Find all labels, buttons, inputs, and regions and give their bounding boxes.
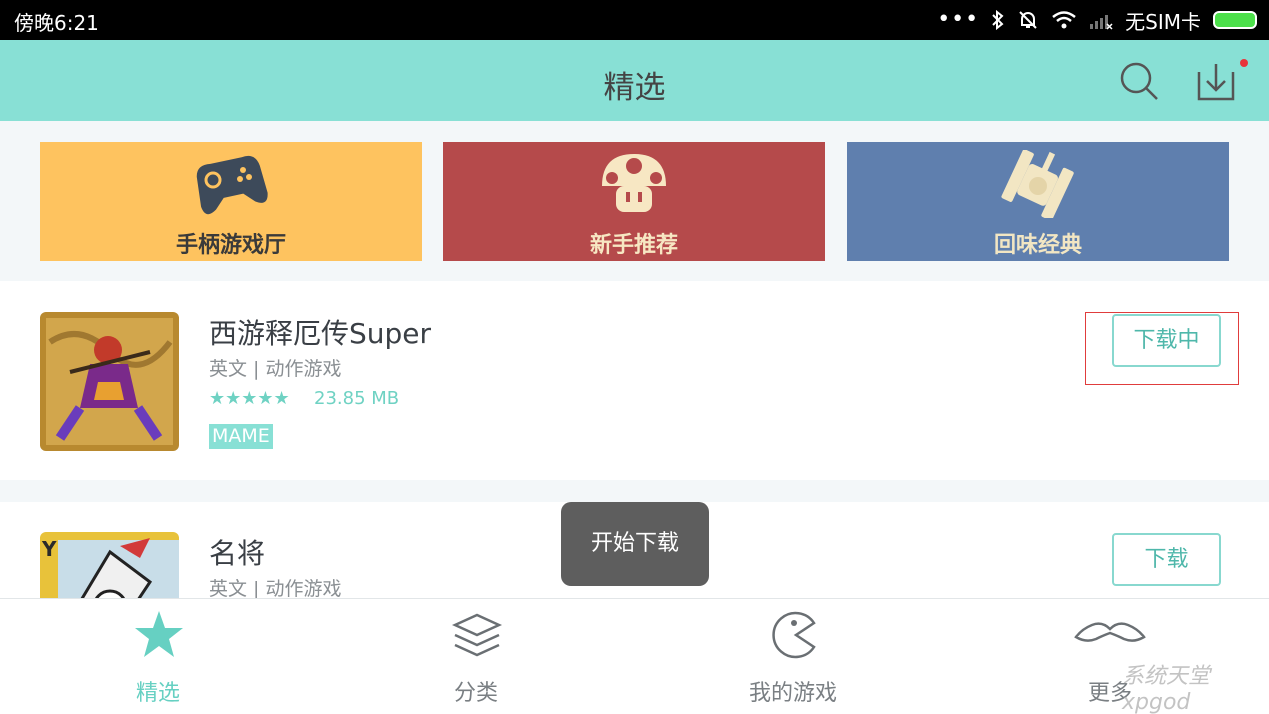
more-dots-icon: ••• [937,7,980,32]
game-size: 23.85 MB [314,388,400,409]
rating-stars: ★★★★★ [209,388,290,409]
page-title: 精选 [603,70,666,106]
tab-my-games[interactable]: 我的游戏 [713,599,873,714]
tab-label: 我的游戏 [748,681,837,706]
status-bar: 傍晚6:21 ••• 无SIM卡 [0,0,1269,40]
tab-label: 精选 [135,681,180,706]
status-time: 傍晚6:21 [14,11,99,35]
banner-label: 回味经典 [993,233,1082,258]
carrier-label: 无SIM卡 [1125,9,1201,34]
game-meta: 英文 | 动作游戏 [209,358,342,380]
bottom-navigation: 精选 分类 我的游戏 更多 [0,598,1269,714]
game-title: 名将 [209,537,266,570]
app-header: 精选 [0,40,1269,121]
tab-categories[interactable]: 分类 [396,599,556,714]
mute-bell-icon [1019,11,1037,29]
pacman-icon [772,611,816,659]
mustache-icon [1074,622,1146,642]
category-banners: 手柄游戏厅 新手推荐 回味经典 [0,121,1269,281]
notification-dot [1240,59,1248,67]
signal-icon [1090,15,1113,30]
game-title: 西游释厄传Super [209,317,432,350]
row-separator [0,480,1269,502]
battery-icon [1213,11,1257,29]
toast-message: 开始下载 [561,502,709,586]
banner-beginner-picks[interactable]: 新手推荐 [443,142,825,261]
list-item[interactable]: 西游释厄传Super 英文 | 动作游戏 ★★★★★ 23.85 MB MAME… [0,282,1269,480]
tab-featured[interactable]: 精选 [78,599,238,714]
watermark: 系统天堂 xpgod [1122,664,1211,714]
banner-label: 新手推荐 [589,233,678,258]
banner-gamepad-hall[interactable]: 手柄游戏厅 [40,142,422,261]
tank-icon [1001,150,1074,218]
mushroom-icon [602,154,666,212]
game-thumbnail[interactable] [40,312,179,451]
tab-label: 分类 [453,681,498,706]
layers-icon [451,613,503,657]
highlight-box [1085,312,1239,385]
svg-text:Y: Y [41,537,57,561]
star-icon [135,611,183,657]
banner-label: 手柄游戏厅 [175,233,286,258]
wifi-icon [1052,11,1076,29]
game-meta: 英文 | 动作游戏 [209,578,342,598]
search-icon[interactable] [1118,60,1160,102]
download-manager-icon[interactable] [1196,60,1238,102]
game-thumbnail[interactable]: Y [40,532,179,598]
status-icons: ••• 无SIM卡 [937,6,1257,34]
bluetooth-icon [992,10,1004,30]
platform-tag: MAME [209,424,273,449]
banner-classic-memories[interactable]: 回味经典 [847,142,1229,261]
download-button[interactable]: 下载 [1112,533,1221,586]
gamepad-icon [196,155,268,215]
